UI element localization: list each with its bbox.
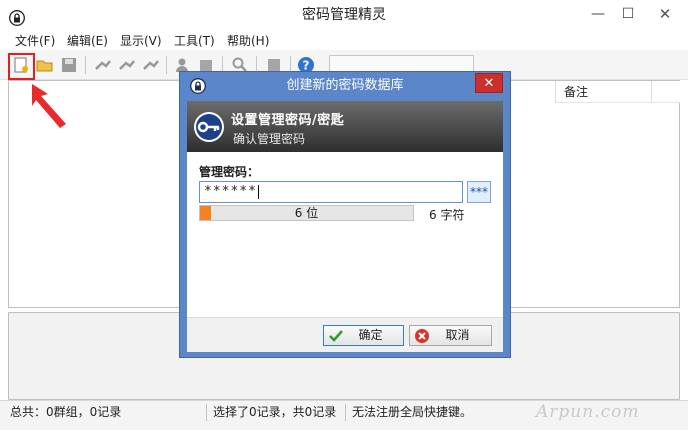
create-database-dialog: 创建新的密码数据库 ✕ 设置管理密码/密匙 确认管理密码 管理密码： *****… [179, 71, 511, 358]
toolbar-separator [166, 56, 167, 74]
text-caret [257, 184, 259, 199]
column-header-notes[interactable]: 备注 [555, 81, 651, 103]
window-title: 密码管理精灵 [302, 7, 386, 23]
key-icon [193, 111, 225, 146]
dialog-body: 设置管理密码/密匙 确认管理密码 管理密码： ****** *** 6 位 6 … [187, 101, 503, 352]
status-summary: 总共：0群组，0记录 [10, 405, 122, 419]
status-separator [206, 404, 207, 421]
dialog-close-button[interactable]: ✕ [475, 73, 503, 93]
watermark-logo: Arpun.com [536, 402, 640, 422]
character-count: 6 字符 [429, 208, 465, 222]
status-hotkey: 无法注册全局快捷键。 [352, 405, 473, 419]
dialog-banner: 设置管理密码/密匙 确认管理密码 [187, 101, 503, 152]
banner-title: 设置管理密码/密匙 [231, 113, 345, 128]
minimize-button[interactable]: — [584, 0, 612, 30]
dialog-footer: 确定 取消 [187, 317, 503, 352]
annotation-arrow [32, 84, 66, 128]
ok-button[interactable]: 确定 [323, 325, 404, 346]
toolbar-separator [85, 56, 86, 74]
cancel-button-label: 取消 [445, 328, 470, 342]
cancel-button[interactable]: 取消 [409, 325, 492, 346]
delete-entry-icon[interactable] [141, 55, 161, 75]
close-button[interactable]: ✕ [642, 0, 688, 30]
status-separator [345, 404, 346, 421]
password-value: ****** [204, 184, 257, 199]
add-entry-icon[interactable] [93, 55, 113, 75]
menu-edit[interactable]: 编辑(E) [67, 32, 108, 49]
password-quality-text: 6 位 [294, 206, 319, 220]
app-lock-icon [9, 7, 25, 26]
banner-subtitle: 确认管理密码 [233, 132, 306, 146]
ok-button-label: 确定 [358, 328, 383, 342]
menu-view[interactable]: 显示(V) [120, 32, 162, 49]
password-input[interactable]: ****** [199, 181, 463, 203]
mask-toggle-button[interactable]: *** [467, 181, 491, 203]
dialog-title: 创建新的密码数据库 [286, 78, 404, 93]
menu-tools[interactable]: 工具(T) [174, 32, 215, 49]
password-quality-bar: 6 位 [199, 205, 414, 221]
maximize-button[interactable]: ☐ [614, 0, 642, 30]
menu-file[interactable]: 文件(F) [15, 32, 55, 49]
column-header-blank [651, 81, 680, 103]
edit-entry-icon[interactable] [117, 55, 137, 75]
status-selection: 选择了0记录，共0记录 [213, 405, 337, 419]
highlight-box [8, 53, 35, 80]
password-label: 管理密码： [199, 165, 260, 179]
menu-help[interactable]: 帮助(H) [227, 32, 269, 49]
menu-bar: 文件(F) 编辑(E) 显示(V) 工具(T) 帮助(H) [0, 30, 688, 50]
open-folder-icon[interactable] [35, 55, 55, 75]
save-icon[interactable] [59, 55, 79, 75]
